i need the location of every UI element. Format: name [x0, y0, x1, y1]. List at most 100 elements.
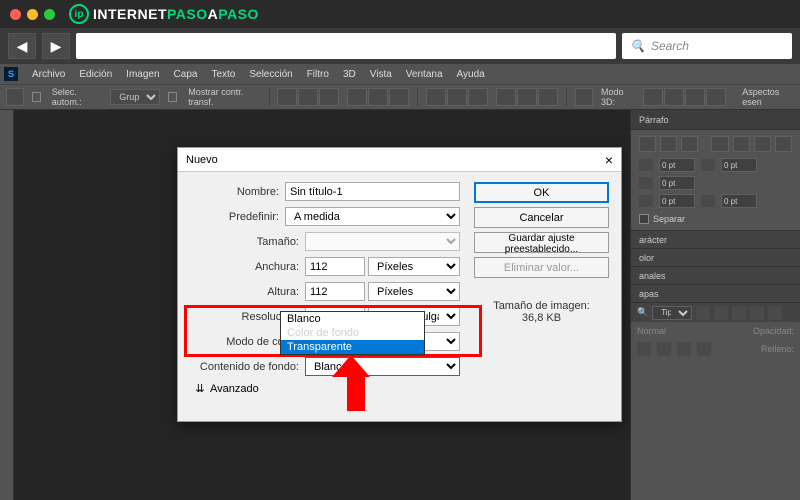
move-tool-icon[interactable]	[6, 88, 24, 106]
lock-icon[interactable]	[637, 342, 651, 356]
filter-icon[interactable]	[768, 306, 782, 320]
height-unit-select[interactable]: Píxeles	[368, 282, 460, 301]
blend-mode-value[interactable]: Normal	[637, 326, 666, 336]
justify-icon[interactable]	[733, 136, 750, 152]
filter-icon[interactable]	[714, 306, 728, 320]
arrange-icon[interactable]	[575, 88, 593, 106]
layer-filter-type[interactable]: Tipo	[652, 306, 692, 320]
autoselect-dropdown[interactable]: Grupo	[110, 89, 160, 105]
align-right-icon[interactable]	[681, 136, 698, 152]
separator	[269, 88, 270, 106]
search-icon: 🔍	[630, 39, 645, 53]
bg-option-transparente[interactable]: Transparente	[281, 340, 424, 354]
filter-icon[interactable]	[750, 306, 764, 320]
separate-checkbox[interactable]	[639, 214, 649, 224]
filter-icon[interactable]	[732, 306, 746, 320]
save-preset-button[interactable]: Guardar ajuste preestablecido...	[474, 232, 609, 253]
align-icon[interactable]	[298, 88, 318, 106]
menu-ventana[interactable]: Ventana	[406, 69, 443, 80]
width-unit-select[interactable]: Píxeles	[368, 257, 460, 276]
mode3d-icon[interactable]	[706, 88, 726, 106]
align-icon[interactable]	[319, 88, 339, 106]
forward-button[interactable]: ▶	[42, 33, 70, 59]
menu-3d[interactable]: 3D	[343, 69, 356, 80]
distribute-icon[interactable]	[468, 88, 488, 106]
window-min-dot[interactable]	[27, 9, 38, 20]
distribute-icon[interactable]	[538, 88, 558, 106]
delete-preset-button: Eliminar valor...	[474, 257, 609, 278]
mode3d-group	[643, 88, 726, 106]
distribute-icon[interactable]	[517, 88, 537, 106]
width-input[interactable]	[305, 257, 365, 276]
indent-right-input[interactable]	[721, 158, 757, 172]
align-icon[interactable]	[368, 88, 388, 106]
lock-icon[interactable]	[677, 342, 691, 356]
indent-first-input[interactable]	[659, 176, 695, 190]
character-panel-tab[interactable]: arácter	[631, 230, 800, 248]
window-max-dot[interactable]	[44, 9, 55, 20]
paragraph-panel-header[interactable]: Párrafo	[631, 110, 800, 130]
bg-option-blanco[interactable]: Blanco	[281, 312, 424, 326]
mode3d-icon[interactable]	[643, 88, 663, 106]
lock-icon[interactable]	[657, 342, 671, 356]
mode3d-icon[interactable]	[685, 88, 705, 106]
url-bar[interactable]	[76, 33, 616, 59]
align-icon[interactable]	[277, 88, 297, 106]
cancel-button[interactable]: Cancelar	[474, 207, 609, 228]
distribute-icon[interactable]	[496, 88, 516, 106]
justify-icon[interactable]	[711, 136, 728, 152]
browser-nav-bar: ◀ ▶ 🔍 Search	[0, 28, 800, 64]
preset-select[interactable]: A medida	[285, 207, 460, 226]
bg-dropdown-open: Blanco Color de fondo Transparente	[280, 311, 425, 355]
logo-text-2: PASO	[167, 6, 208, 22]
showtransform-checkbox[interactable]	[168, 92, 177, 102]
menu-vista[interactable]: Vista	[370, 69, 392, 80]
space-after-icon	[701, 195, 715, 207]
advanced-toggle-icon[interactable]: ⇊	[190, 382, 210, 395]
align-left-icon[interactable]	[639, 136, 656, 152]
width-label: Anchura:	[190, 261, 305, 273]
distribute-icon[interactable]	[447, 88, 467, 106]
layers-panel-tab[interactable]: apas	[631, 284, 800, 302]
advanced-label[interactable]: Avanzado	[210, 383, 259, 395]
space-before-input[interactable]	[659, 194, 695, 208]
bg-select[interactable]: Blanco	[305, 357, 460, 376]
dialog-titlebar[interactable]: Nuevo ×	[178, 148, 621, 172]
menu-edicion[interactable]: Edición	[79, 69, 112, 80]
lock-icon[interactable]	[697, 342, 711, 356]
distribute-icon[interactable]	[426, 88, 446, 106]
space-after-input[interactable]	[721, 194, 757, 208]
window-close-dot[interactable]	[10, 9, 21, 20]
indent-first-icon	[639, 177, 653, 189]
align-center-icon[interactable]	[660, 136, 677, 152]
menu-ayuda[interactable]: Ayuda	[457, 69, 485, 80]
menu-texto[interactable]: Texto	[211, 69, 235, 80]
mode3d-icon[interactable]	[664, 88, 684, 106]
menu-capa[interactable]: Capa	[174, 69, 198, 80]
indent-right-icon	[701, 159, 715, 171]
bg-option-colorfondo[interactable]: Color de fondo	[281, 326, 424, 340]
menu-filtro[interactable]: Filtro	[307, 69, 329, 80]
filter-icon[interactable]	[696, 306, 710, 320]
search-bar[interactable]: 🔍 Search	[622, 33, 792, 59]
separate-label: Separar	[653, 214, 685, 224]
workspace-switcher[interactable]: Aspectos esen	[742, 87, 794, 107]
name-input[interactable]	[285, 182, 460, 201]
menu-archivo[interactable]: Archivo	[32, 69, 65, 80]
back-button[interactable]: ◀	[8, 33, 36, 59]
color-panel-tab[interactable]: olor	[631, 248, 800, 266]
tool-strip[interactable]	[0, 110, 14, 500]
justify-icon[interactable]	[754, 136, 771, 152]
indent-left-input[interactable]	[659, 158, 695, 172]
channels-panel-tab[interactable]: anales	[631, 266, 800, 284]
align-icon[interactable]	[347, 88, 367, 106]
dialog-close-button[interactable]: ×	[605, 152, 613, 168]
menu-imagen[interactable]: Imagen	[126, 69, 159, 80]
align-icon[interactable]	[389, 88, 409, 106]
height-input[interactable]	[305, 282, 365, 301]
ok-button[interactable]: OK	[474, 182, 609, 203]
menu-seleccion[interactable]: Selección	[249, 69, 292, 80]
autoselect-checkbox[interactable]	[32, 92, 41, 102]
justify-icon[interactable]	[775, 136, 792, 152]
blend-mode-row: Normal Opacidad:	[631, 322, 800, 340]
